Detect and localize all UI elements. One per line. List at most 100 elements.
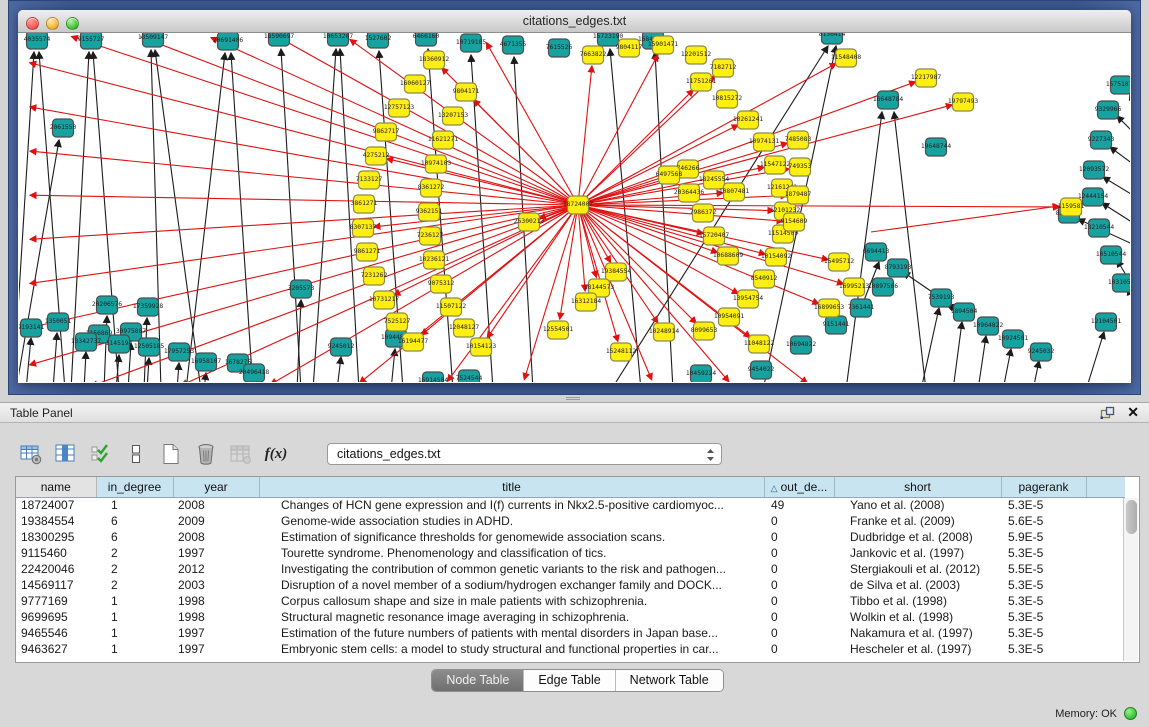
table-row[interactable]: 946554611997Estimation of the future num… (16, 625, 1125, 641)
graph-node-label: 11621271 (428, 136, 459, 143)
citation-edge-black[interactable] (147, 358, 149, 382)
citation-edge-red[interactable] (448, 205, 578, 381)
citation-edge-red[interactable] (578, 105, 952, 205)
citation-graph[interactable]: 4035574915572713509147206914061859069710… (19, 33, 1130, 382)
row-height-button[interactable] (120, 439, 152, 469)
citation-edge-red[interactable] (871, 206, 1059, 232)
table-cell (1086, 545, 1125, 561)
graph-node-label: 16899653 (814, 304, 845, 311)
table-row[interactable]: 946362711997Embryonic stem cells: a mode… (16, 641, 1125, 657)
citation-edge-black[interactable] (340, 49, 359, 382)
table-selector-dropdown[interactable]: citations_edges.txt (327, 443, 722, 465)
column-header-name[interactable]: name (16, 477, 96, 497)
citation-edge-black[interactable] (151, 50, 161, 382)
citation-edge-red[interactable] (486, 43, 578, 205)
table-cell: Corpus callosum shape and size in male p… (259, 593, 764, 609)
table-row[interactable]: 1456911722003Disruption of a novel membe… (16, 577, 1125, 593)
citation-edge-red[interactable] (30, 63, 578, 205)
table-cell: 1 (96, 625, 173, 641)
citation-edge-black[interactable] (177, 363, 179, 382)
table-cell: 18724007 (16, 497, 96, 513)
citation-edge-black[interactable] (155, 50, 201, 382)
table-row[interactable]: 1872400712008Changes of HCN gene express… (16, 497, 1125, 513)
graph-node-label: 9245012 (328, 343, 355, 350)
citation-edge-red[interactable] (30, 205, 578, 239)
network-canvas[interactable]: 4035574915572713509147206914061859069710… (19, 33, 1130, 382)
table-cell: 2008 (173, 529, 259, 545)
citation-edge-red[interactable] (578, 82, 916, 205)
graph-node-label: 1879487 (785, 191, 812, 198)
tab-node-table[interactable]: Node Table (432, 670, 524, 691)
select-all-rows-button[interactable] (85, 439, 117, 469)
table-cell: Investigating the contribution of common… (259, 561, 764, 577)
citation-edge-red[interactable] (578, 66, 592, 205)
table-row[interactable]: 2242004622012Investigating the contribut… (16, 561, 1125, 577)
table-row[interactable]: 911546021997Tourette syndrome. Phenomeno… (16, 545, 1125, 561)
function-builder-button[interactable]: f(x) (260, 439, 292, 469)
show-column-button[interactable] (50, 439, 82, 469)
table-cell (1086, 609, 1125, 625)
graph-node-label: 10974131 (749, 138, 780, 145)
column-header-out_de...[interactable]: △out_de... (764, 477, 834, 497)
table-cell: 1997 (173, 625, 259, 641)
graph-node-label: 10154092 (761, 253, 792, 260)
citation-edge-black[interactable] (1003, 349, 1011, 382)
new-table-button[interactable] (155, 439, 187, 469)
table-row[interactable]: 1938455462009Genome-wide association stu… (16, 513, 1125, 529)
table-row[interactable]: 977716911998Corpus callosum shape and si… (16, 593, 1125, 609)
citation-edge-black[interactable] (1128, 288, 1130, 320)
citation-edge-black[interactable] (1033, 361, 1039, 382)
citation-edge-black[interactable] (84, 352, 86, 382)
tab-network-table[interactable]: Network Table (616, 670, 723, 691)
column-header-short[interactable]: short (834, 477, 1001, 497)
graph-node-label: 10897566 (868, 283, 899, 290)
table-cell: 1 (96, 641, 173, 657)
delete-table-button[interactable] (190, 439, 222, 469)
citation-edge-black[interactable] (978, 336, 986, 382)
float-panel-icon[interactable] (1100, 406, 1115, 420)
citation-edge-red[interactable] (211, 38, 578, 205)
table-row[interactable]: 969969511998Structural magnetic resonanc… (16, 609, 1125, 625)
graph-node-label: 8307137 (350, 224, 377, 231)
column-header-year[interactable]: year (173, 477, 259, 497)
column-header-pagerank[interactable]: pagerank (1001, 477, 1086, 497)
graph-node-label: 7231262 (361, 272, 388, 279)
table-scrollbar-thumb[interactable] (1126, 500, 1137, 534)
table-cell (1086, 625, 1125, 641)
graph-node-label: 12201512 (681, 51, 712, 58)
citation-edge-black[interactable] (337, 357, 341, 382)
graph-node-label: 12444154 (1078, 193, 1109, 200)
window-titlebar[interactable]: citations_edges.txt (18, 10, 1131, 33)
column-header-in_degree[interactable]: in_degree (96, 477, 173, 497)
table-row[interactable]: 1830029562008Estimation of significance … (16, 529, 1125, 545)
citation-edge-black[interactable] (26, 338, 31, 382)
graph-node-label: 1145194 (106, 340, 133, 347)
citation-edge-red[interactable] (387, 159, 578, 205)
table-cell: 19384554 (16, 513, 96, 529)
network-view-region: citations_edges.txt 40355749155727135091… (0, 0, 1149, 395)
citation-edge-black[interactable] (1110, 147, 1130, 170)
table-scrollbar[interactable] (1123, 498, 1138, 661)
table-cell: 2003 (173, 577, 259, 593)
column-header-title[interactable]: title (259, 477, 764, 497)
citation-edge-black[interactable] (313, 49, 336, 382)
table-cell: 0 (764, 641, 834, 657)
citation-edge-black[interactable] (1086, 332, 1104, 382)
citation-edge-black[interactable] (186, 53, 225, 382)
citation-edge-black[interactable] (953, 322, 962, 382)
graph-node-label: 7525127 (384, 318, 411, 325)
citation-edge-black[interactable] (19, 140, 59, 382)
divider-grip-icon[interactable] (566, 397, 580, 400)
close-panel-icon[interactable]: ✕ (1127, 405, 1139, 420)
graph-node-label: 10719185 (456, 39, 487, 46)
table-settings-button[interactable] (15, 439, 47, 469)
table-cell (1086, 593, 1125, 609)
network-window[interactable]: citations_edges.txt 40355749155727135091… (18, 10, 1131, 383)
panel-divider[interactable] (0, 395, 1149, 402)
tab-edge-table[interactable]: Edge Table (524, 670, 615, 691)
citation-edge-black[interactable] (39, 52, 65, 382)
citation-edge-black[interactable] (894, 112, 926, 382)
graph-node-label: 10974103 (421, 160, 452, 167)
graph-node-label: 9804117 (616, 44, 643, 51)
citation-edge-black[interactable] (1117, 116, 1130, 140)
